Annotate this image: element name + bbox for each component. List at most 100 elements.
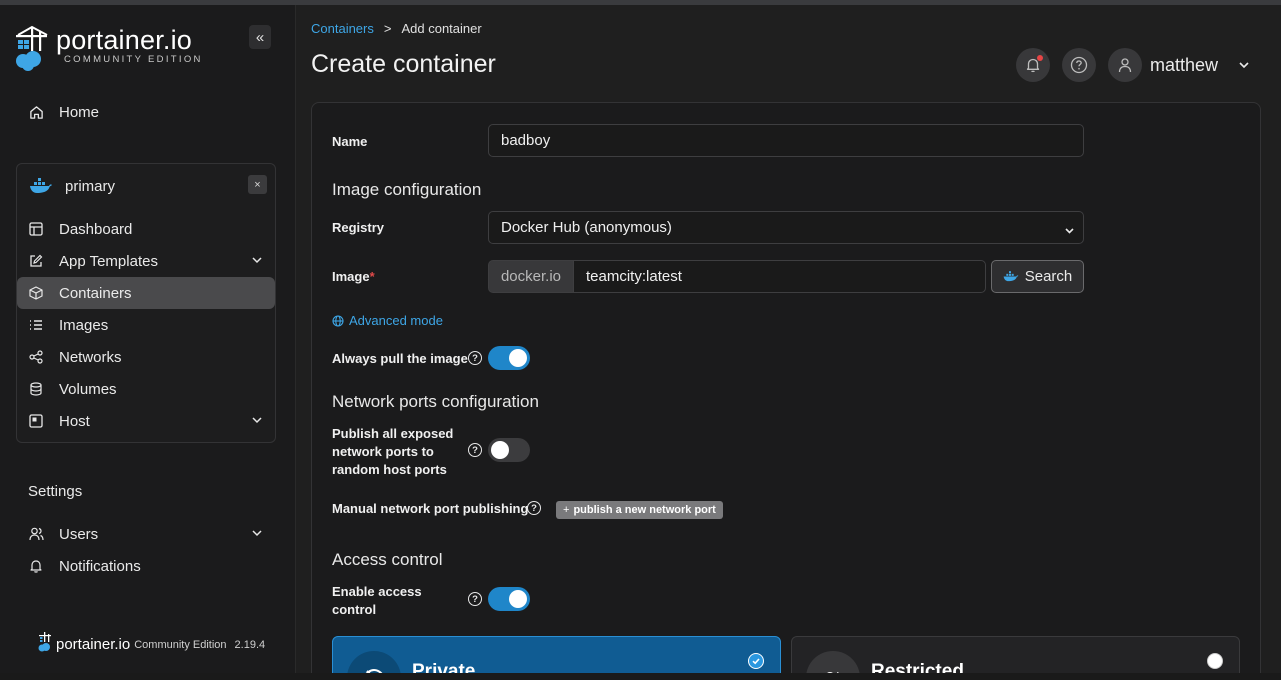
publish-all-line-3: random host ports xyxy=(332,462,447,477)
registry-select-value: Docker Hub (anonymous) xyxy=(501,219,672,236)
docker-whale-icon xyxy=(1003,271,1019,282)
sidebar-item-label: App Templates xyxy=(59,252,158,270)
notifications-button[interactable] xyxy=(1016,48,1050,82)
help-icon[interactable]: ? xyxy=(468,351,482,365)
image-label-text: Image xyxy=(332,269,370,284)
username[interactable]: matthew xyxy=(1150,55,1218,76)
enable-access-control-toggle[interactable] xyxy=(488,587,530,611)
sidebar-item-home[interactable]: Home xyxy=(17,96,275,128)
sidebar-item-label: Host xyxy=(59,412,90,430)
page-title: Create container xyxy=(311,50,496,78)
footer-version: 2.19.4 xyxy=(234,638,266,651)
database-icon xyxy=(28,381,44,397)
publish-new-port-button[interactable]: + publish a new network port xyxy=(556,501,723,519)
chevron-down-icon xyxy=(251,526,263,543)
breadcrumb-containers-link[interactable]: Containers xyxy=(311,21,374,36)
notification-dot xyxy=(1037,55,1043,61)
help-icon[interactable]: ? xyxy=(468,443,482,457)
image-prefix-text: docker.io xyxy=(500,268,562,285)
search-image-button[interactable]: Search xyxy=(991,260,1084,293)
sidebar-item-dashboard[interactable]: Dashboard xyxy=(17,213,275,245)
chevron-down-icon[interactable] xyxy=(1237,58,1251,77)
environment-name: primary xyxy=(65,177,116,195)
docker-whale-icon xyxy=(29,178,53,194)
list-icon xyxy=(28,317,44,333)
help-glyph: ? xyxy=(531,502,537,514)
image-registry-prefix: docker.io xyxy=(488,260,574,293)
publish-all-ports-toggle[interactable] xyxy=(488,438,530,462)
sidebar-item-app-templates[interactable]: App Templates xyxy=(17,245,275,277)
portainer-crane-small-icon xyxy=(38,631,52,658)
breadcrumb-current: Add container xyxy=(401,21,482,36)
chevron-down-icon xyxy=(1064,223,1075,240)
sidebar-item-users[interactable]: Users xyxy=(17,518,275,550)
settings-heading: Settings xyxy=(28,483,83,500)
always-pull-toggle[interactable] xyxy=(488,346,530,370)
footer-brand: portainer.io xyxy=(56,636,131,653)
radio-button[interactable] xyxy=(1207,653,1223,669)
sidebar-item-notifications[interactable]: Notifications xyxy=(17,550,275,582)
user-icon xyxy=(1117,57,1133,73)
name-label: Name xyxy=(332,134,368,149)
server-icon xyxy=(28,413,44,429)
image-label: Image* xyxy=(332,269,375,284)
toggle-knob xyxy=(491,441,509,459)
footer-edition: Community Edition xyxy=(134,638,227,651)
edit-icon xyxy=(28,253,44,269)
user-avatar-button[interactable] xyxy=(1108,48,1142,82)
portainer-crane-icon xyxy=(14,25,50,73)
chevron-down-icon xyxy=(251,253,263,270)
sidebar-item-label: Users xyxy=(59,525,99,543)
help-button[interactable] xyxy=(1062,48,1096,82)
sidebar-item-label: Containers xyxy=(59,284,132,302)
bell-icon xyxy=(28,558,44,574)
sidebar-item-containers[interactable]: Containers xyxy=(17,277,275,309)
help-icon[interactable]: ? xyxy=(527,501,541,515)
access-control-title: Access control xyxy=(332,550,443,569)
create-container-form: Name badboy Image configuration Registry… xyxy=(311,102,1261,680)
breadcrumb: Containers > Add container xyxy=(311,21,482,36)
help-glyph: ? xyxy=(472,352,478,364)
advanced-mode-link[interactable]: Advanced mode xyxy=(332,313,443,328)
publish-all-line-2: network ports to xyxy=(332,444,434,459)
globe-icon xyxy=(332,314,344,327)
sidebar-item-label: Volumes xyxy=(59,380,117,398)
publish-all-label: Publish all exposed network ports to ran… xyxy=(332,425,453,479)
network-ports-title: Network ports configuration xyxy=(332,392,539,411)
logo-title: portainer.io xyxy=(56,25,192,55)
double-chevron-left-icon: « xyxy=(255,28,265,46)
close-environment-button[interactable]: × xyxy=(248,175,267,194)
close-icon: × xyxy=(254,178,261,191)
image-input-value: teamcity:latest xyxy=(586,268,682,285)
dashboard-icon xyxy=(28,221,44,237)
sidebar-item-label: Dashboard xyxy=(59,220,133,238)
users-icon xyxy=(28,526,44,542)
sidebar-footer: portainer.io Community Edition 2.19.4 xyxy=(38,631,265,658)
always-pull-label: Always pull the image xyxy=(332,351,468,366)
sidebar-item-host[interactable]: Host xyxy=(17,405,275,437)
portainer-logo[interactable]: portainer.io COMMUNITY EDITION xyxy=(14,25,203,73)
environment-header: primary × xyxy=(17,164,275,208)
sidebar-item-volumes[interactable]: Volumes xyxy=(17,373,275,405)
help-glyph: ? xyxy=(472,593,478,605)
window-bottom-edge xyxy=(0,673,1281,680)
registry-select[interactable]: Docker Hub (anonymous) xyxy=(488,211,1084,244)
search-button-label: Search xyxy=(1024,268,1073,285)
sidebar-item-label: Images xyxy=(59,316,109,334)
sidebar-item-networks[interactable]: Networks xyxy=(17,341,275,373)
box-icon xyxy=(28,285,44,301)
collapse-sidebar-button[interactable]: « xyxy=(249,25,271,49)
name-input[interactable]: badboy xyxy=(488,124,1084,157)
publish-new-port-label: publish a new network port xyxy=(573,504,716,516)
help-circle-icon xyxy=(1070,56,1088,74)
image-configuration-title: Image configuration xyxy=(332,180,482,199)
logo-subtitle: COMMUNITY EDITION xyxy=(64,54,203,65)
share-icon xyxy=(28,349,44,365)
help-icon[interactable]: ? xyxy=(468,592,482,606)
home-icon xyxy=(28,104,44,120)
help-glyph: ? xyxy=(472,444,478,456)
chevron-down-icon xyxy=(251,413,263,430)
sidebar-item-images[interactable]: Images xyxy=(17,309,275,341)
image-input[interactable]: teamcity:latest xyxy=(573,260,986,293)
sidebar-item-label: Home xyxy=(59,103,100,121)
